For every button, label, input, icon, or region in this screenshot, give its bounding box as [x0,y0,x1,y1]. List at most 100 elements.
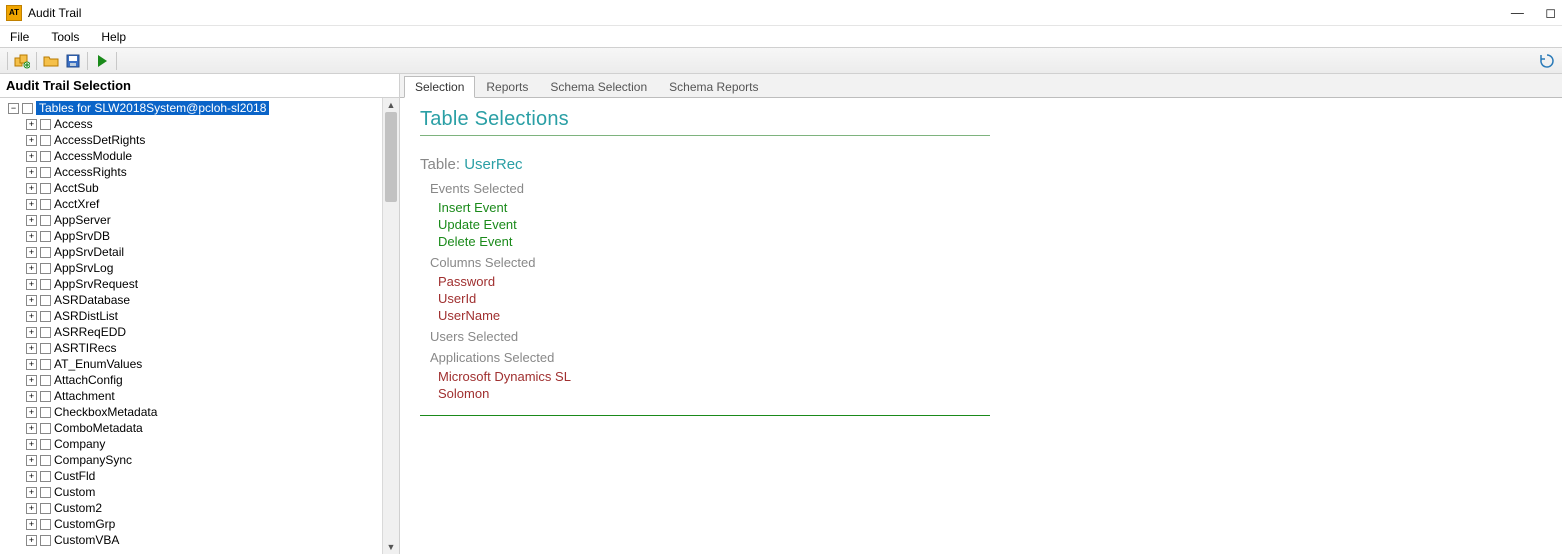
expand-icon[interactable]: + [26,199,37,210]
run-icon[interactable] [91,51,113,71]
tree-root-label[interactable]: Tables for SLW2018System@pcloh-sl2018 [36,101,269,115]
checkbox[interactable] [40,423,51,434]
checkbox[interactable] [40,343,51,354]
tree-root[interactable]: − Tables for SLW2018System@pcloh-sl2018 [4,100,399,116]
tree-item[interactable]: +AppSrvDB [4,228,399,244]
checkbox[interactable] [40,519,51,530]
checkbox[interactable] [40,215,51,226]
expand-icon[interactable]: + [26,359,37,370]
checkbox[interactable] [40,391,51,402]
expand-icon[interactable]: + [26,327,37,338]
tree-item[interactable]: +ASRDistList [4,308,399,324]
expand-icon[interactable]: + [26,487,37,498]
new-connection-icon[interactable] [11,51,33,71]
collapse-icon[interactable]: − [8,103,19,114]
tree-item[interactable]: +Custom [4,484,399,500]
expand-icon[interactable]: + [26,455,37,466]
tab-selection[interactable]: Selection [404,76,475,98]
expand-icon[interactable]: + [26,167,37,178]
tree-item[interactable]: +Attachment [4,388,399,404]
tree-item[interactable]: +AppSrvRequest [4,276,399,292]
expand-icon[interactable]: + [26,471,37,482]
tree-item[interactable]: +CustFld [4,468,399,484]
tree-item[interactable]: +AppSrvLog [4,260,399,276]
tree-item[interactable]: +ASRTIRecs [4,340,399,356]
scroll-thumb[interactable] [385,112,397,202]
expand-icon[interactable]: + [26,183,37,194]
menu-tools[interactable]: Tools [51,30,79,44]
maximize-button[interactable]: ◻ [1545,5,1556,20]
expand-icon[interactable]: + [26,295,37,306]
checkbox[interactable] [40,263,51,274]
checkbox[interactable] [40,183,51,194]
expand-icon[interactable]: + [26,247,37,258]
menu-help[interactable]: Help [101,30,126,44]
tree-item[interactable]: +ASRDatabase [4,292,399,308]
tree-item[interactable]: +Access [4,116,399,132]
tree-item[interactable]: +AccessDetRights [4,132,399,148]
expand-icon[interactable]: + [26,135,37,146]
checkbox[interactable] [40,455,51,466]
tree-item[interactable]: +Custom2 [4,500,399,516]
expand-icon[interactable]: + [26,519,37,530]
expand-icon[interactable]: + [26,503,37,514]
checkbox[interactable] [40,167,51,178]
tree-item[interactable]: +AcctSub [4,180,399,196]
expand-icon[interactable]: + [26,263,37,274]
checkbox[interactable] [40,279,51,290]
expand-icon[interactable]: + [26,119,37,130]
save-icon[interactable] [62,51,84,71]
checkbox[interactable] [40,487,51,498]
expand-icon[interactable]: + [26,423,37,434]
tree-item[interactable]: +CustomVBA [4,532,399,548]
menu-file[interactable]: File [10,30,29,44]
checkbox[interactable] [40,135,51,146]
tree-item[interactable]: +AT_EnumValues [4,356,399,372]
tree-item[interactable]: +ASRReqEDD [4,324,399,340]
expand-icon[interactable]: + [26,279,37,290]
expand-icon[interactable]: + [26,375,37,386]
checkbox[interactable] [40,439,51,450]
checkbox[interactable] [22,103,33,114]
refresh-icon[interactable] [1536,51,1558,71]
checkbox[interactable] [40,247,51,258]
checkbox[interactable] [40,295,51,306]
tree-item[interactable]: +AccessRights [4,164,399,180]
scroll-up-icon[interactable]: ▲ [383,98,399,112]
expand-icon[interactable]: + [26,231,37,242]
open-icon[interactable] [40,51,62,71]
tree-view[interactable]: − Tables for SLW2018System@pcloh-sl2018 … [0,98,399,554]
tree-item[interactable]: +AppServer [4,212,399,228]
expand-icon[interactable]: + [26,535,37,546]
checkbox[interactable] [40,535,51,546]
tree-item[interactable]: +AttachConfig [4,372,399,388]
tree-item[interactable]: +CustomGrp [4,516,399,532]
checkbox[interactable] [40,151,51,162]
minimize-button[interactable]: — [1511,5,1524,20]
tree-item[interactable]: +AccessModule [4,148,399,164]
tab-reports[interactable]: Reports [475,76,539,97]
checkbox[interactable] [40,375,51,386]
checkbox[interactable] [40,407,51,418]
expand-icon[interactable]: + [26,407,37,418]
tab-schema-reports[interactable]: Schema Reports [658,76,769,97]
tree-item[interactable]: +AcctXref [4,196,399,212]
checkbox[interactable] [40,327,51,338]
checkbox[interactable] [40,471,51,482]
scrollbar-vertical[interactable]: ▲ ▼ [382,98,399,554]
tree-item[interactable]: +CompanySync [4,452,399,468]
expand-icon[interactable]: + [26,151,37,162]
checkbox[interactable] [40,231,51,242]
tree-item[interactable]: +Company [4,436,399,452]
checkbox[interactable] [40,503,51,514]
checkbox[interactable] [40,359,51,370]
checkbox[interactable] [40,119,51,130]
tab-schema-selection[interactable]: Schema Selection [539,76,658,97]
tree-item[interactable]: +AppSrvDetail [4,244,399,260]
expand-icon[interactable]: + [26,439,37,450]
tree-item[interactable]: +CheckboxMetadata [4,404,399,420]
expand-icon[interactable]: + [26,215,37,226]
expand-icon[interactable]: + [26,391,37,402]
tree-item[interactable]: +ComboMetadata [4,420,399,436]
expand-icon[interactable]: + [26,343,37,354]
